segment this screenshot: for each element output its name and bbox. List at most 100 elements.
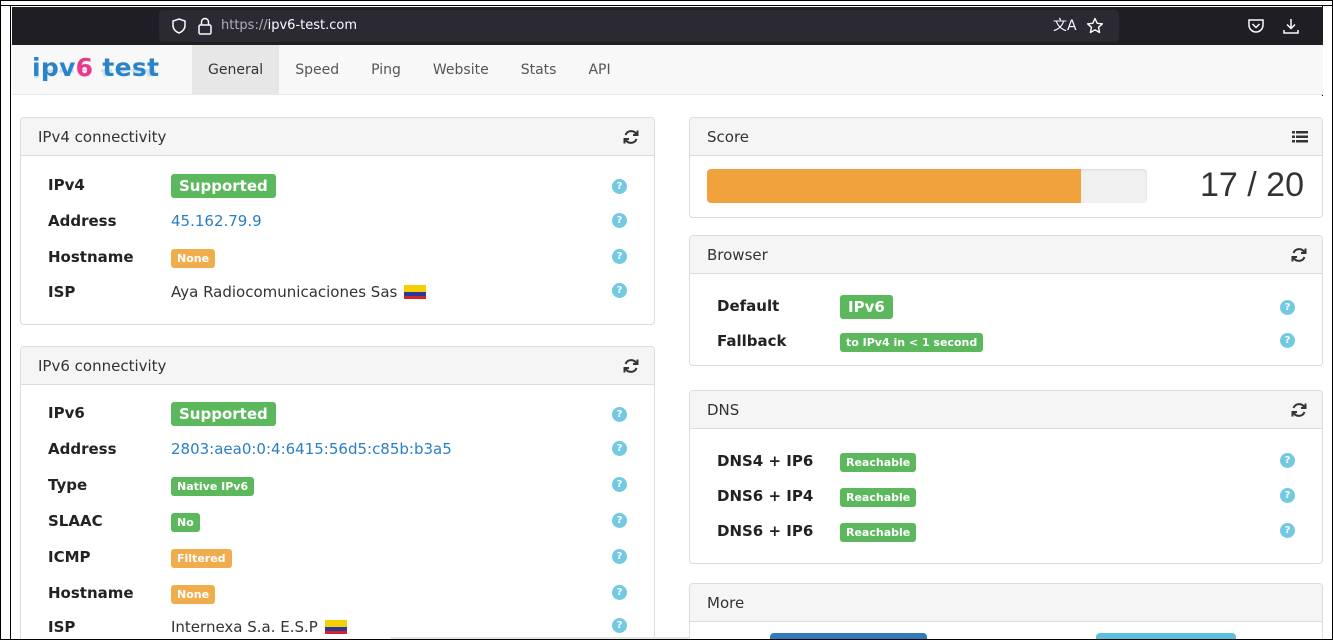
row-value: to IPv4 in < 1 second bbox=[840, 332, 984, 352]
score-panel-heading: Score bbox=[690, 118, 1322, 156]
browser-default-row: Default IPv6 bbox=[690, 292, 1322, 322]
help-icon[interactable] bbox=[1280, 523, 1295, 538]
status-badge: Filtered bbox=[171, 549, 232, 568]
site-navbar: ipv6 test ipv6 test General Speed Ping W… bbox=[12, 45, 1323, 95]
help-icon[interactable] bbox=[612, 407, 627, 422]
help-icon[interactable] bbox=[612, 513, 627, 528]
download-icon[interactable] bbox=[1282, 17, 1300, 35]
help-icon[interactable] bbox=[1280, 300, 1295, 315]
shield-icon[interactable] bbox=[171, 18, 187, 34]
row-value: Reachable bbox=[840, 522, 917, 542]
row-value: Reachable bbox=[840, 487, 917, 507]
address-bar[interactable]: https://ipv6-test.com 文A bbox=[159, 10, 1119, 42]
ipv4-address-link[interactable]: 45.162.79.9 bbox=[171, 212, 262, 230]
row-label: Hostname bbox=[48, 248, 134, 266]
status-badge: Reachable bbox=[840, 488, 917, 507]
ipv6-panel-heading: IPv6 connectivity bbox=[21, 347, 654, 385]
row-value: None bbox=[171, 248, 216, 268]
ipv4-panel: IPv4 connectivity IPv4 Supported Address… bbox=[20, 117, 655, 325]
colombia-flag-icon bbox=[324, 620, 347, 634]
score-panel-title: Score bbox=[707, 128, 750, 146]
help-icon[interactable] bbox=[612, 213, 627, 228]
ipv6-panel-title: IPv6 connectivity bbox=[38, 357, 167, 375]
logo-refl-test: test bbox=[92, 69, 157, 81]
status-badge: IPv6 bbox=[840, 295, 893, 319]
row-value: Native IPv6 bbox=[171, 476, 255, 496]
tab-speed[interactable]: Speed bbox=[279, 45, 355, 95]
lock-icon[interactable] bbox=[197, 17, 213, 35]
ipv6-icmp-row: ICMP Filtered bbox=[21, 543, 654, 573]
tab-ping[interactable]: Ping bbox=[355, 45, 417, 95]
more-panel-heading: More bbox=[690, 584, 1322, 622]
tab-website[interactable]: Website bbox=[417, 45, 505, 95]
status-badge: Supported bbox=[171, 174, 276, 198]
ipv6-address-link[interactable]: 2803:aea0:0:4:6415:56d5:c85b:b3a5 bbox=[171, 440, 452, 458]
row-value: IPv6 bbox=[840, 295, 893, 319]
main-content: IPv4 connectivity IPv4 Supported Address… bbox=[12, 96, 1323, 639]
status-badge: None bbox=[171, 585, 216, 604]
pocket-icon[interactable] bbox=[1247, 18, 1265, 34]
help-icon[interactable] bbox=[612, 585, 627, 600]
more-panel-title: More bbox=[707, 594, 745, 612]
score-body: 17 / 20 bbox=[690, 156, 1322, 217]
help-icon[interactable] bbox=[612, 441, 627, 456]
ipv4-address-row: Address 45.162.79.9 bbox=[21, 207, 654, 237]
logo-refl-ipv: ipv bbox=[32, 69, 75, 81]
status-badge: No bbox=[171, 513, 200, 532]
status-badge: Supported bbox=[171, 402, 276, 426]
help-icon[interactable] bbox=[612, 618, 627, 633]
row-label: Default bbox=[717, 297, 780, 315]
row-label: Type bbox=[48, 476, 88, 494]
ipv4-panel-heading: IPv4 connectivity bbox=[21, 118, 654, 156]
isp-name: Aya Radiocomunicaciones Sas bbox=[171, 283, 398, 301]
help-icon[interactable] bbox=[612, 549, 627, 564]
refresh-icon[interactable] bbox=[1290, 401, 1308, 419]
translate-icon[interactable]: 文A bbox=[1053, 18, 1077, 34]
right-gutter bbox=[1322, 6, 1332, 639]
left-gutter bbox=[1, 6, 11, 639]
tab-api[interactable]: API bbox=[572, 45, 626, 95]
more-button-info[interactable] bbox=[1096, 633, 1236, 639]
row-value: Filtered bbox=[171, 548, 232, 568]
row-label: ISP bbox=[48, 283, 76, 301]
dns-row: DNS6 + IP4 Reachable bbox=[690, 482, 1322, 512]
url-text[interactable]: https://ipv6-test.com bbox=[221, 18, 357, 33]
url-host: ipv6-test.com bbox=[267, 18, 357, 33]
tab-stats[interactable]: Stats bbox=[505, 45, 573, 95]
top-strip bbox=[1, 1, 1332, 6]
dns-row: DNS4 + IP6 Reachable bbox=[690, 447, 1322, 477]
logo-refl-6: 6 bbox=[75, 69, 92, 81]
help-icon[interactable] bbox=[612, 283, 627, 298]
row-value: None bbox=[171, 584, 216, 604]
more-button-primary[interactable] bbox=[770, 633, 927, 639]
status-badge: to IPv4 in < 1 second bbox=[840, 333, 984, 352]
ipv4-row: IPv4 Supported bbox=[21, 171, 654, 201]
refresh-icon[interactable] bbox=[1290, 246, 1308, 264]
browser-fallback-row: Fallback to IPv4 in < 1 second bbox=[690, 327, 1322, 357]
help-icon[interactable] bbox=[612, 477, 627, 492]
row-value: Supported bbox=[171, 402, 276, 426]
ipv6-panel: IPv6 connectivity IPv6 Supported Address… bbox=[20, 346, 655, 639]
dns-panel: DNS DNS4 + IP6 Reachable DNS6 + IP4 Reac… bbox=[689, 390, 1323, 564]
row-label: Address bbox=[48, 212, 117, 230]
bookmark-star-icon[interactable] bbox=[1086, 17, 1104, 35]
row-label: ICMP bbox=[48, 548, 91, 566]
screenshot-frame: https://ipv6-test.com 文A ipv6 test ipv6 … bbox=[0, 0, 1333, 640]
help-icon[interactable] bbox=[1280, 488, 1295, 503]
ipv4-isp-row: ISP Aya Radiocomunicaciones Sas bbox=[21, 278, 654, 308]
row-label: Hostname bbox=[48, 584, 134, 602]
ipv6-type-row: Type Native IPv6 bbox=[21, 471, 654, 501]
help-icon[interactable] bbox=[1280, 333, 1295, 348]
status-badge: Reachable bbox=[840, 453, 917, 472]
help-icon[interactable] bbox=[612, 179, 627, 194]
ipv6-address-row: Address 2803:aea0:0:4:6415:56d5:c85b:b3a… bbox=[21, 435, 654, 465]
help-icon[interactable] bbox=[1280, 453, 1295, 468]
refresh-icon[interactable] bbox=[622, 357, 640, 375]
row-value: Reachable bbox=[840, 452, 917, 472]
help-icon[interactable] bbox=[612, 249, 627, 264]
row-label: IPv4 bbox=[48, 176, 85, 194]
refresh-icon[interactable] bbox=[622, 128, 640, 146]
list-icon[interactable] bbox=[1292, 130, 1308, 144]
tab-general[interactable]: General bbox=[192, 45, 280, 95]
more-panel: More bbox=[689, 583, 1323, 639]
